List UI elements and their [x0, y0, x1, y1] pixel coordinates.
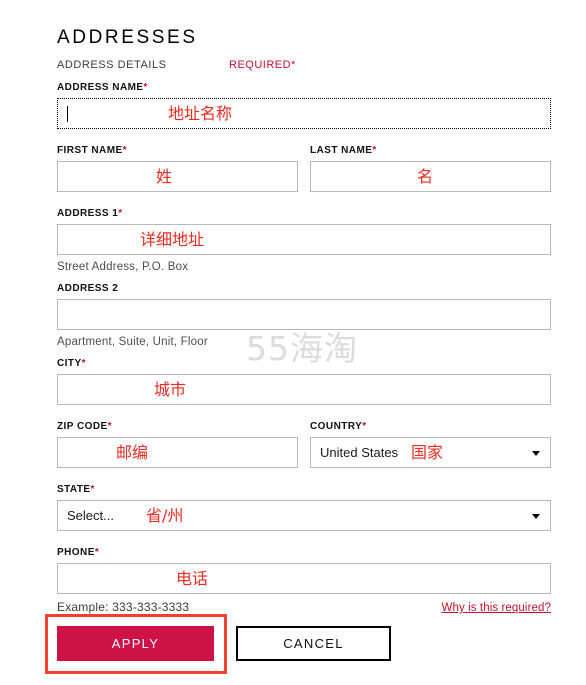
annotation-zip-code: 邮编	[116, 443, 149, 462]
text-cursor	[67, 105, 68, 122]
field-address-1: ADDRESS 1* 详细地址 Street Address, P.O. Box	[57, 208, 551, 274]
phone-example: Example: 333-333-3333	[57, 600, 190, 614]
country-select[interactable]: United States 国家	[310, 437, 551, 468]
first-name-input[interactable]: 姓	[57, 161, 298, 192]
city-input[interactable]: 城市	[57, 374, 551, 405]
field-country: COUNTRY* United States 国家	[310, 421, 551, 468]
chevron-down-icon	[532, 513, 540, 519]
field-zip-code: ZIP CODE* 邮编	[57, 421, 298, 468]
field-address-2: ADDRESS 2 Apartment, Suite, Unit, Floor	[57, 283, 551, 349]
label-last-name: LAST NAME*	[310, 145, 377, 156]
state-value: Select...	[67, 508, 114, 523]
address-details-label: ADDRESS DETAILS	[57, 59, 167, 71]
address-form-page: 55海淘 ADDRESSES ADDRESS DETAILS REQUIRED*…	[0, 0, 586, 685]
annotation-last-name: 名	[417, 167, 434, 186]
state-select[interactable]: Select... 省/州	[57, 500, 551, 531]
country-value: United States	[320, 445, 399, 460]
label-state: STATE*	[57, 484, 95, 495]
helper-address-2: Apartment, Suite, Unit, Floor	[57, 336, 208, 348]
label-country: COUNTRY*	[310, 421, 367, 432]
field-first-name: FIRST NAME* 姓	[57, 145, 298, 192]
address-1-input[interactable]: 详细地址	[57, 224, 551, 255]
label-address-2: ADDRESS 2	[57, 283, 119, 294]
annotation-city: 城市	[154, 380, 187, 399]
required-legend: REQUIRED*	[229, 59, 296, 71]
field-city: CITY* 城市	[57, 358, 551, 405]
form-actions: APPLY CANCEL	[57, 626, 391, 661]
annotation-first-name: 姓	[156, 167, 173, 186]
field-state: STATE* Select... 省/州	[57, 484, 551, 531]
name-row: FIRST NAME* 姓 LAST NAME* 名	[57, 145, 551, 192]
label-first-name: FIRST NAME*	[57, 145, 127, 156]
annotation-address-name: 地址名称	[168, 104, 233, 123]
last-name-input[interactable]: 名	[310, 161, 551, 192]
cancel-button[interactable]: CANCEL	[236, 626, 391, 661]
field-phone: PHONE* 电话 Example: 333-333-3333 Why is t…	[57, 547, 551, 614]
field-address-name: ADDRESS NAME* 地址名称	[57, 82, 551, 129]
label-address-1: ADDRESS 1*	[57, 208, 123, 219]
label-zip-code: ZIP CODE*	[57, 421, 112, 432]
field-last-name: LAST NAME* 名	[310, 145, 551, 192]
label-address-name: ADDRESS NAME*	[57, 82, 148, 93]
address-2-input[interactable]	[57, 299, 551, 330]
apply-button[interactable]: APPLY	[57, 626, 214, 661]
helper-address-1: Street Address, P.O. Box	[57, 261, 189, 273]
annotation-country: 国家	[411, 443, 444, 462]
annotation-phone: 电话	[176, 569, 209, 588]
chevron-down-icon	[532, 450, 540, 456]
form-subheader: ADDRESS DETAILS REQUIRED*	[57, 59, 551, 72]
page-title: ADDRESSES	[57, 27, 198, 48]
zip-country-row: ZIP CODE* 邮编 COUNTRY* United States 国家	[57, 421, 551, 468]
zip-code-input[interactable]: 邮编	[57, 437, 298, 468]
label-city: CITY*	[57, 358, 86, 369]
annotation-address-1: 详细地址	[140, 230, 205, 249]
label-phone: PHONE*	[57, 547, 100, 558]
why-is-this-required-link[interactable]: Why is this required?	[442, 602, 551, 614]
address-form: ADDRESSES ADDRESS DETAILS REQUIRED* ADDR…	[57, 28, 551, 614]
phone-input[interactable]: 电话	[57, 563, 551, 594]
annotation-state: 省/州	[146, 506, 184, 525]
phone-note-row: Example: 333-333-3333 Why is this requir…	[57, 600, 551, 614]
address-name-input[interactable]: 地址名称	[57, 98, 551, 129]
